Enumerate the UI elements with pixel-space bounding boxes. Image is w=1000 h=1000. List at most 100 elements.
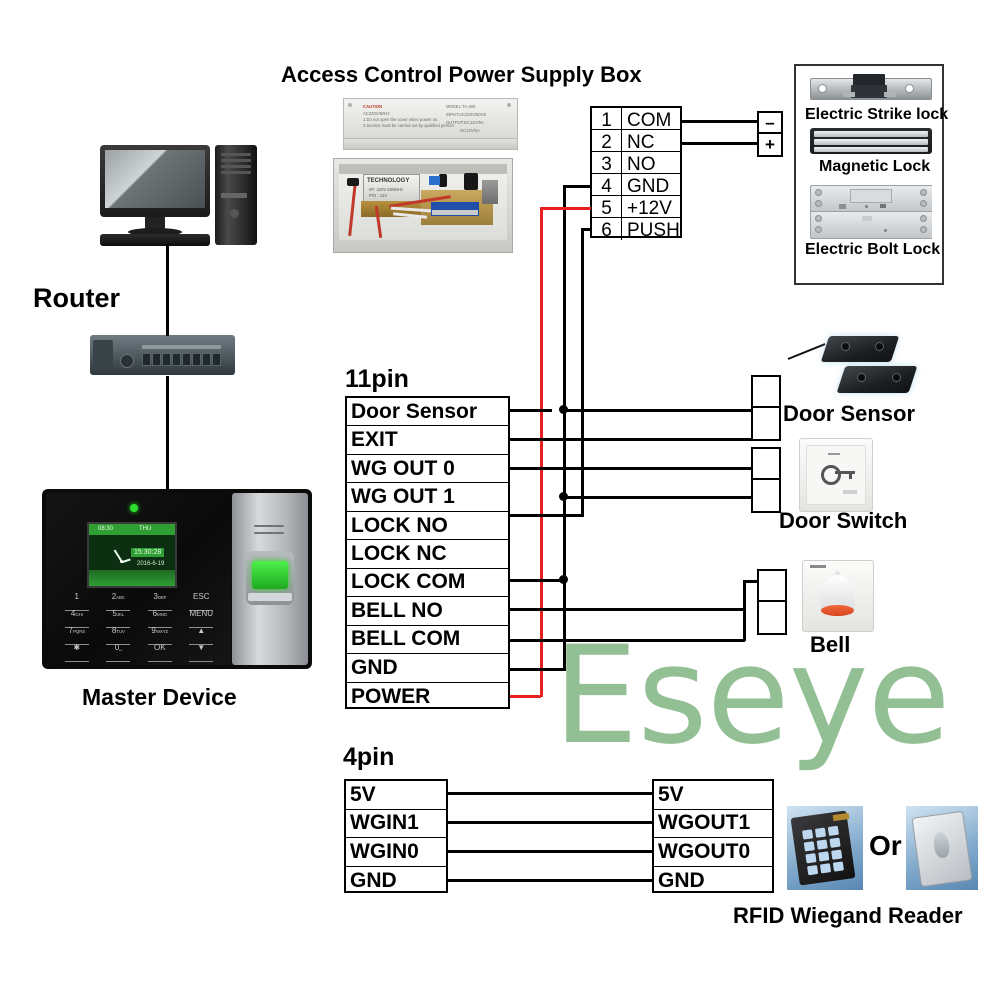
terminal-pin-row: LOCK NC <box>347 540 508 569</box>
keypad-key-sub: PQRS <box>73 629 85 634</box>
terminal-pin-row: WGIN1 <box>346 810 446 838</box>
door-sensor-image <box>783 330 918 408</box>
power-terminal-row: 3 NO <box>592 152 680 175</box>
door-switch-connector <box>751 447 781 513</box>
keypad-key-main: MENU <box>189 609 214 618</box>
keypad-key[interactable]: 7PQRS <box>56 626 98 645</box>
keypad-key[interactable]: ESC <box>181 592 223 611</box>
rfid-keypad-reader-image <box>787 806 863 890</box>
power-terminal-label: GND <box>627 176 670 197</box>
terminal-pin-row: WG OUT 1 <box>347 483 508 512</box>
power-terminal-label: NO <box>627 154 656 175</box>
eseye-watermark: Eseye <box>553 617 951 774</box>
terminal-pin-row: EXIT <box>347 426 508 455</box>
psu-model-text: MODEL:TA-208 <box>446 104 476 109</box>
router-label: Router <box>33 283 120 313</box>
terminal-pin-row: LOCK NO <box>347 512 508 541</box>
terminal-11pin-block: Door Sensor EXIT WG OUT 0 WG OUT 1 LOCK NO LO… <box>345 396 510 709</box>
terminal-4pin-left-block: 5V WGIN1 WGIN0 GND <box>344 779 448 893</box>
terminal-pin-row: Door Sensor <box>347 398 508 427</box>
wire-12v-from-terminal5 <box>540 207 591 210</box>
terminal-pin-row: WG OUT 0 <box>347 455 508 484</box>
electric-strike-lock-label: Electric Strike lock <box>805 106 949 123</box>
master-device-keypad[interactable]: 1 2ABC 3DEF ESC 4GHI 5JKL 6MNO MENU 7PQRS 8TUV 9WX… <box>56 592 222 662</box>
screen-status-left: 08:30 <box>98 526 114 532</box>
wire-com-to-lock-negative <box>682 120 758 123</box>
power-supply-box-image: CAUTION AC220V/50Hz 1.Do not open the co… <box>333 98 588 253</box>
keypad-key[interactable]: ✱ <box>56 643 98 662</box>
wire-12v-to-power-pin <box>510 695 541 698</box>
keypad-key-main: OK <box>153 643 166 652</box>
keypad-key[interactable]: 8TUV <box>98 626 140 645</box>
keypad-key-sub: DEF <box>157 595 167 600</box>
keypad-key[interactable]: ▼ <box>181 643 223 662</box>
page-title-power-supply-box: Access Control Power Supply Box <box>281 62 642 87</box>
keypad-key-sub: WXYZ <box>155 629 169 634</box>
power-terminal-row: 1 COM <box>592 108 680 131</box>
computer-image <box>100 145 275 246</box>
wire-gnd-vertical-bus <box>563 185 566 671</box>
keypad-key-sub: GHI <box>75 612 83 617</box>
master-device-screen: 08:30 THU 15:30:28 2016-6-19 <box>87 522 177 588</box>
power-terminal-number: 5 <box>592 196 622 219</box>
terminal-pin-row: 5V <box>654 781 772 810</box>
terminal-pin-row: POWER <box>351 684 431 708</box>
power-terminal-label: NC <box>627 132 655 153</box>
keypad-key-sub: TUV <box>116 629 125 634</box>
wire-pc-to-router <box>166 244 169 336</box>
wire-door-sensor-row <box>510 409 552 412</box>
power-terminal-number: 1 <box>592 108 622 131</box>
keypad-key[interactable]: 5JKL <box>98 609 140 628</box>
keypad-key-sub: JKL <box>116 612 125 617</box>
master-device-image: 08:30 THU 15:30:28 2016-6-19 1 2ABC 3DEF ES… <box>42 489 312 669</box>
terminal-pin-row: 5V <box>346 781 446 810</box>
keypad-key[interactable]: MENU <box>181 609 223 628</box>
terminal-pin-row: GND <box>658 868 705 892</box>
keypad-key[interactable]: 6MNO <box>139 609 181 628</box>
keypad-key-main: ESC <box>193 592 210 601</box>
power-supply-terminal-block: 1 COM 2 NC 3 NO 4 GND 5 +12V 6 PUSH <box>590 106 682 241</box>
psu-output-text: OUTPUT:DC12V/5A <box>446 120 484 125</box>
magnetic-lock-label: Magnetic Lock <box>819 158 931 175</box>
wire-lock-com-to-gnd-bus <box>510 579 566 582</box>
wire-12v-vertical-bus <box>540 207 543 697</box>
lock-types-panel: Electric Strike lock Magnetic Lock Elect… <box>794 64 948 285</box>
keypad-key-sub: ABC <box>116 595 125 600</box>
keypad-key[interactable]: 3DEF <box>139 592 181 611</box>
terminal-4pin-right-block: 5V WGOUT1 WGOUT0 GND <box>652 779 774 893</box>
terminal-pin-row: GND <box>350 868 397 892</box>
keypad-key[interactable]: 2ABC <box>98 592 140 611</box>
lock-connector-cell: – <box>759 113 781 134</box>
keypad-key[interactable]: OK <box>139 643 181 662</box>
psu-input-text: INPUT:AC220V/50HZ <box>446 112 487 117</box>
terminal-4pin-title: 4pin <box>343 743 395 771</box>
keypad-key[interactable]: 9WXYZ <box>139 626 181 645</box>
keypad-key[interactable]: 1 <box>56 592 98 611</box>
wire-4pin-gnd <box>448 879 653 882</box>
terminal-pin-row: BELL NO <box>347 597 508 626</box>
wire-bell-no <box>510 608 745 611</box>
terminal-pin-row: WGOUT0 <box>654 838 772 867</box>
or-label: Or <box>869 830 902 861</box>
power-terminal-number: 2 <box>592 130 622 153</box>
keypad-key[interactable]: 0␣ <box>98 643 140 662</box>
rfid-reader-label: RFID Wiegand Reader <box>733 903 963 928</box>
wire-push-to-lock-no <box>510 514 584 517</box>
psu-caution-text: CAUTION <box>363 104 383 109</box>
keypad-key-main: ✱ <box>73 643 81 652</box>
keypad-key[interactable]: ▲ <box>181 626 223 645</box>
power-terminal-row: 4 GND <box>592 174 680 197</box>
junction-wgout1 <box>559 492 568 501</box>
router-image <box>90 335 235 377</box>
power-terminal-row: 6 PUSH <box>592 218 680 241</box>
door-switch-label: Door Switch <box>779 508 908 533</box>
screen-status-right: THU <box>139 526 152 532</box>
junction-lock-com <box>559 575 568 584</box>
lock-connector-cell: + <box>765 134 775 154</box>
wire-4pin-wgin1 <box>448 821 653 824</box>
keypad-key-main: 1 <box>74 592 79 601</box>
terminal-pin-row: LOCK COM <box>347 569 508 598</box>
terminal-pin-row: WGOUT1 <box>654 810 772 838</box>
power-terminal-row: 5 +12V <box>592 196 680 219</box>
keypad-key[interactable]: 4GHI <box>56 609 98 628</box>
